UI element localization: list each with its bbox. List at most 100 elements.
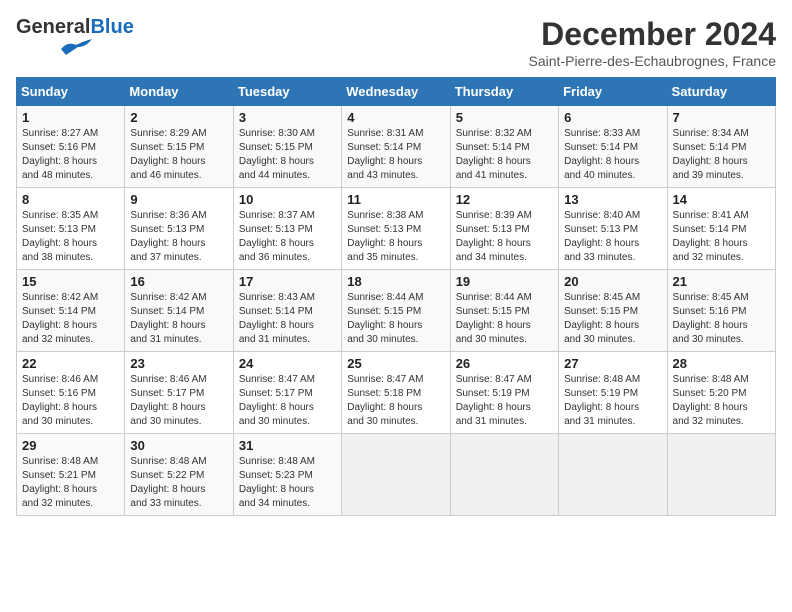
day-info: Sunrise: 8:48 AM Sunset: 5:21 PM Dayligh… [22, 455, 119, 511]
calendar-cell: 26 Sunrise: 8:47 AM Sunset: 5:19 PM Dayli… [450, 352, 558, 434]
calendar-cell: 6 Sunrise: 8:33 AM Sunset: 5:14 PM Daylig… [559, 106, 667, 188]
day-number: 18 [347, 274, 444, 289]
day-number: 23 [130, 356, 227, 371]
column-header-tuesday: Tuesday [233, 78, 341, 106]
day-info: Sunrise: 8:39 AM Sunset: 5:13 PM Dayligh… [456, 209, 553, 265]
day-info: Sunrise: 8:44 AM Sunset: 5:15 PM Dayligh… [347, 291, 444, 347]
calendar-cell: 17 Sunrise: 8:43 AM Sunset: 5:14 PM Dayli… [233, 270, 341, 352]
logo-bird-icon [56, 37, 96, 57]
calendar-cell [667, 434, 775, 516]
day-number: 14 [673, 192, 770, 207]
calendar-cell: 18 Sunrise: 8:44 AM Sunset: 5:15 PM Dayli… [342, 270, 450, 352]
title-area: December 2024 Saint-Pierre-des-Echaubrog… [529, 16, 776, 69]
calendar-table: SundayMondayTuesdayWednesdayThursdayFrid… [16, 77, 776, 516]
day-number: 7 [673, 110, 770, 125]
day-number: 6 [564, 110, 661, 125]
calendar-cell: 22Sunrise: 8:46 AM Sunset: 5:16 PM Dayli… [17, 352, 125, 434]
day-number: 17 [239, 274, 336, 289]
calendar-cell: 2 Sunrise: 8:29 AM Sunset: 5:15 PM Daylig… [125, 106, 233, 188]
day-number: 5 [456, 110, 553, 125]
calendar-cell: 12 Sunrise: 8:39 AM Sunset: 5:13 PM Dayli… [450, 188, 558, 270]
day-number: 31 [239, 438, 336, 453]
month-title: December 2024 [529, 16, 776, 53]
column-header-friday: Friday [559, 78, 667, 106]
day-info: Sunrise: 8:32 AM Sunset: 5:14 PM Dayligh… [456, 127, 553, 183]
day-info: Sunrise: 8:45 AM Sunset: 5:15 PM Dayligh… [564, 291, 661, 347]
calendar-cell: 28 Sunrise: 8:48 AM Sunset: 5:20 PM Dayli… [667, 352, 775, 434]
day-info: Sunrise: 8:27 AM Sunset: 5:16 PM Dayligh… [22, 127, 119, 183]
logo-blue: Blue [90, 16, 133, 38]
calendar-cell: 14 Sunrise: 8:41 AM Sunset: 5:14 PM Dayli… [667, 188, 775, 270]
day-number: 24 [239, 356, 336, 371]
column-header-monday: Monday [125, 78, 233, 106]
subtitle: Saint-Pierre-des-Echaubrognes, France [529, 53, 776, 69]
day-info: Sunrise: 8:43 AM Sunset: 5:14 PM Dayligh… [239, 291, 336, 347]
calendar-cell: 5 Sunrise: 8:32 AM Sunset: 5:14 PM Daylig… [450, 106, 558, 188]
calendar-cell: 30 Sunrise: 8:48 AM Sunset: 5:22 PM Dayli… [125, 434, 233, 516]
day-number: 30 [130, 438, 227, 453]
day-info: Sunrise: 8:34 AM Sunset: 5:14 PM Dayligh… [673, 127, 770, 183]
calendar-cell: 11 Sunrise: 8:38 AM Sunset: 5:13 PM Dayli… [342, 188, 450, 270]
logo-text: GeneralBlue [16, 16, 134, 39]
day-number: 1 [22, 110, 119, 125]
calendar-cell [559, 434, 667, 516]
day-info: Sunrise: 8:47 AM Sunset: 5:19 PM Dayligh… [456, 373, 553, 429]
day-info: Sunrise: 8:45 AM Sunset: 5:16 PM Dayligh… [673, 291, 770, 347]
calendar-cell: 23 Sunrise: 8:46 AM Sunset: 5:17 PM Dayli… [125, 352, 233, 434]
calendar-cell: 10 Sunrise: 8:37 AM Sunset: 5:13 PM Dayli… [233, 188, 341, 270]
day-number: 8 [22, 192, 119, 207]
day-info: Sunrise: 8:47 AM Sunset: 5:17 PM Dayligh… [239, 373, 336, 429]
calendar-cell: 13 Sunrise: 8:40 AM Sunset: 5:13 PM Dayli… [559, 188, 667, 270]
day-info: Sunrise: 8:42 AM Sunset: 5:14 PM Dayligh… [130, 291, 227, 347]
day-info: Sunrise: 8:36 AM Sunset: 5:13 PM Dayligh… [130, 209, 227, 265]
day-info: Sunrise: 8:47 AM Sunset: 5:18 PM Dayligh… [347, 373, 444, 429]
calendar-cell [450, 434, 558, 516]
day-info: Sunrise: 8:42 AM Sunset: 5:14 PM Dayligh… [22, 291, 119, 347]
calendar-cell: 29Sunrise: 8:48 AM Sunset: 5:21 PM Dayli… [17, 434, 125, 516]
calendar-week-row: 1 Sunrise: 8:27 AM Sunset: 5:16 PM Daylig… [17, 106, 776, 188]
day-info: Sunrise: 8:40 AM Sunset: 5:13 PM Dayligh… [564, 209, 661, 265]
day-number: 2 [130, 110, 227, 125]
calendar-cell: 15 Sunrise: 8:42 AM Sunset: 5:14 PM Dayli… [17, 270, 125, 352]
day-number: 20 [564, 274, 661, 289]
day-info: Sunrise: 8:29 AM Sunset: 5:15 PM Dayligh… [130, 127, 227, 183]
calendar-cell [342, 434, 450, 516]
day-info: Sunrise: 8:33 AM Sunset: 5:14 PM Dayligh… [564, 127, 661, 183]
day-number: 25 [347, 356, 444, 371]
calendar-cell: 31 Sunrise: 8:48 AM Sunset: 5:23 PM Dayli… [233, 434, 341, 516]
day-number: 16 [130, 274, 227, 289]
day-info: Sunrise: 8:38 AM Sunset: 5:13 PM Dayligh… [347, 209, 444, 265]
day-info: Sunrise: 8:46 AM Sunset: 5:17 PM Dayligh… [130, 373, 227, 429]
column-header-wednesday: Wednesday [342, 78, 450, 106]
day-number: 21 [673, 274, 770, 289]
calendar-cell: 20 Sunrise: 8:45 AM Sunset: 5:15 PM Dayli… [559, 270, 667, 352]
calendar-cell: 25 Sunrise: 8:47 AM Sunset: 5:18 PM Dayli… [342, 352, 450, 434]
column-header-sunday: Sunday [17, 78, 125, 106]
calendar-week-row: 8Sunrise: 8:35 AM Sunset: 5:13 PM Daylig… [17, 188, 776, 270]
calendar-cell: 4Sunrise: 8:31 AM Sunset: 5:14 PM Daylig… [342, 106, 450, 188]
day-number: 11 [347, 192, 444, 207]
day-number: 13 [564, 192, 661, 207]
day-number: 26 [456, 356, 553, 371]
day-info: Sunrise: 8:48 AM Sunset: 5:23 PM Dayligh… [239, 455, 336, 511]
day-info: Sunrise: 8:30 AM Sunset: 5:15 PM Dayligh… [239, 127, 336, 183]
day-number: 15 [22, 274, 119, 289]
day-info: Sunrise: 8:41 AM Sunset: 5:14 PM Dayligh… [673, 209, 770, 265]
calendar-week-row: 22Sunrise: 8:46 AM Sunset: 5:16 PM Dayli… [17, 352, 776, 434]
calendar-cell: 16 Sunrise: 8:42 AM Sunset: 5:14 PM Dayli… [125, 270, 233, 352]
day-info: Sunrise: 8:37 AM Sunset: 5:13 PM Dayligh… [239, 209, 336, 265]
column-header-saturday: Saturday [667, 78, 775, 106]
calendar-cell: 7 Sunrise: 8:34 AM Sunset: 5:14 PM Daylig… [667, 106, 775, 188]
day-info: Sunrise: 8:48 AM Sunset: 5:22 PM Dayligh… [130, 455, 227, 511]
day-number: 10 [239, 192, 336, 207]
day-number: 22 [22, 356, 119, 371]
calendar-header-row: SundayMondayTuesdayWednesdayThursdayFrid… [17, 78, 776, 106]
calendar-cell: 9 Sunrise: 8:36 AM Sunset: 5:13 PM Daylig… [125, 188, 233, 270]
day-info: Sunrise: 8:48 AM Sunset: 5:20 PM Dayligh… [673, 373, 770, 429]
day-number: 9 [130, 192, 227, 207]
calendar-cell: 3Sunrise: 8:30 AM Sunset: 5:15 PM Daylig… [233, 106, 341, 188]
calendar-cell: 19Sunrise: 8:44 AM Sunset: 5:15 PM Dayli… [450, 270, 558, 352]
day-number: 12 [456, 192, 553, 207]
day-number: 28 [673, 356, 770, 371]
calendar-week-row: 15 Sunrise: 8:42 AM Sunset: 5:14 PM Dayli… [17, 270, 776, 352]
